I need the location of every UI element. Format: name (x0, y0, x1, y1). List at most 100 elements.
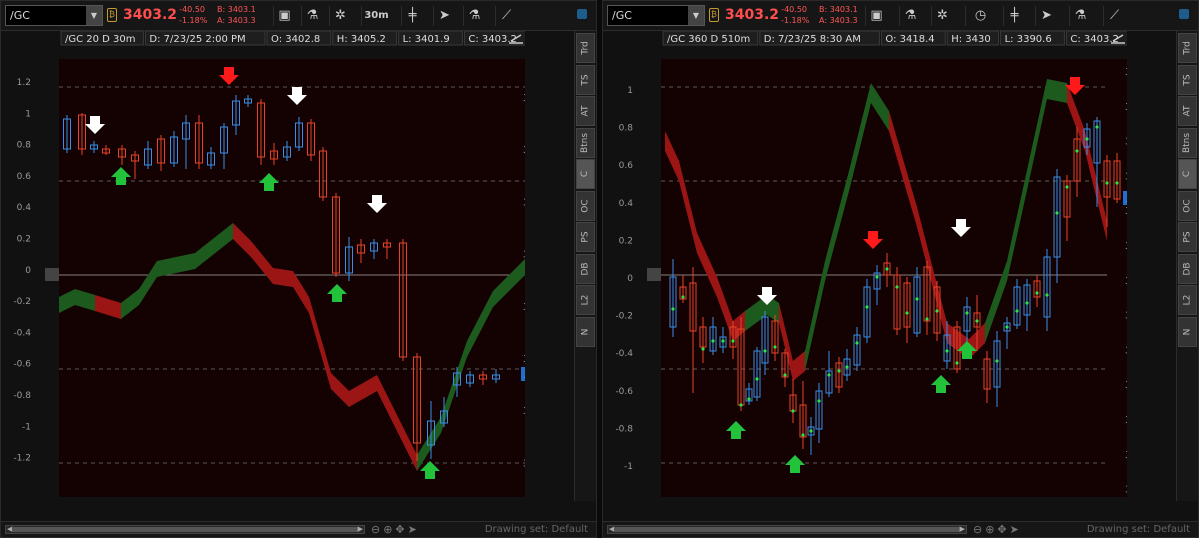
side-tab-at[interactable]: AT (1178, 96, 1197, 126)
drawing-set[interactable]: Drawing set: Default (1087, 524, 1190, 535)
bottom-bar: ◀ ▶ ⊖⊕✥➤ Drawing set: Default (603, 521, 1198, 537)
clock-icon[interactable]: ◷ (965, 6, 995, 26)
price-tick-label: 3383 (1125, 241, 1127, 252)
candle-style-icon[interactable]: ╪ (401, 6, 423, 26)
info-label: /GC 20 D 30m (65, 34, 136, 45)
signal-dot (817, 399, 821, 403)
bid-ask: B: 3403.1 A: 3403.3 (819, 4, 858, 26)
scroll-right-icon[interactable]: ▶ (960, 526, 965, 533)
side-tab-trd[interactable]: Trd (576, 33, 595, 63)
price-tick-label: 3413.5 (1125, 171, 1127, 182)
candle-style-icon[interactable]: ╪ (1003, 6, 1025, 26)
draw-icon[interactable]: ⟋ (495, 6, 517, 26)
side-tab-ps[interactable]: PS (576, 222, 595, 252)
side-tab-btns[interactable]: Btns (576, 127, 595, 158)
signal-dot (955, 361, 959, 365)
side-tab-at[interactable]: AT (576, 96, 595, 126)
side-tab-l2[interactable]: L2 (1178, 285, 1197, 315)
studies-icon[interactable]: ▣ (865, 6, 887, 26)
signal-dot (975, 319, 979, 323)
side-tab-n[interactable]: N (1178, 316, 1197, 347)
timeframe-button[interactable]: 30m (361, 6, 391, 26)
cursor-icon[interactable]: ➤ (1035, 6, 1057, 26)
gear-icon[interactable]: ✲ (329, 6, 351, 26)
chevron-down-icon[interactable]: ▼ (688, 6, 704, 25)
price-tick-label: 3421.2 (523, 250, 525, 261)
osc-tick-label: 0 (627, 274, 633, 284)
side-tab-db[interactable]: DB (1178, 253, 1197, 284)
signal-dot (1045, 293, 1049, 297)
price-tick-label: 3413.5 (523, 302, 525, 313)
price-chart[interactable]: /GC 360 D 510m D: 7/23/25 8:30 AM O: 3418.… (607, 31, 1127, 501)
side-tab-n[interactable]: N (576, 316, 595, 347)
studies-icon[interactable]: ▣ (273, 6, 295, 26)
side-tab-l2[interactable]: L2 (576, 285, 595, 315)
side-tab-oc[interactable]: OC (1178, 190, 1197, 221)
signal-dot (739, 403, 743, 407)
zoom-icons[interactable]: ⊖⊕✥➤ (371, 523, 420, 536)
price-chart[interactable]: /GC 20 D 30m D: 7/23/25 2:00 PM O: 3402.8 H… (5, 31, 525, 501)
osc-tick-label: 0.8 (17, 141, 32, 151)
side-tab-btns[interactable]: Btns (1178, 127, 1197, 158)
info-bar: /GC 20 D 30m D: 7/23/25 2:00 PM O: 3402.8 H… (60, 31, 525, 46)
signal-dot (763, 349, 767, 353)
side-tab-ps[interactable]: PS (1178, 222, 1197, 252)
side-tab-c[interactable]: C (576, 159, 595, 189)
osc-tick-label: 1 (25, 109, 31, 119)
signal-dot (1095, 125, 1099, 129)
horizontal-scrollbar[interactable]: ◀ ▶ (607, 525, 967, 534)
flask-icon[interactable]: ⚗ (899, 6, 921, 26)
signal-dot (1055, 211, 1059, 215)
price-tick-label: 3307.7 (1125, 415, 1127, 426)
side-tab-label: N (1182, 328, 1193, 335)
price-tick-label: 3444.4 (1125, 102, 1127, 113)
gear-icon[interactable]: ✲ (931, 6, 953, 26)
side-tab-ts[interactable]: TS (1178, 64, 1197, 95)
chart-panel-left: /GC ▼ ₿ 3403.2 -40.50 -1.18% B: 3403.1 A: 3… (0, 0, 597, 538)
symbol-input[interactable]: /GC ▼ (5, 5, 103, 26)
side-tab-ts[interactable]: TS (576, 64, 595, 95)
change-pct: -1.18% (781, 16, 810, 25)
osc-tick-label: -1 (22, 422, 31, 432)
toolbar: /GC ▼ ₿ 3403.2 -40.50 -1.18% B: 3403.1 A: 3… (1, 1, 596, 31)
side-tab-oc[interactable]: OC (576, 190, 595, 221)
chevron-down-icon[interactable]: ▼ (86, 6, 102, 25)
osc-tick-label: -0.4 (13, 328, 31, 338)
info-low: L: 3390.6 (1005, 34, 1052, 45)
price-tick-label: 3405.9 (523, 354, 525, 365)
price-tick-label: 3322.6 (1125, 380, 1127, 391)
flask-icon[interactable]: ⚗ (301, 6, 323, 26)
flask-icon[interactable]: ⚗ (463, 6, 485, 26)
osc-tick-label: -0.4 (615, 349, 633, 359)
side-tab-trd[interactable]: Trd (1178, 33, 1197, 63)
side-tab-label: AT (580, 105, 591, 117)
pill-icon[interactable] (1179, 9, 1189, 19)
symbol-input[interactable]: /GC ▼ (607, 5, 705, 26)
net-change: -40.50 -1.18% (781, 4, 810, 26)
price-tick-label: 3398.2 (523, 406, 525, 417)
lock-icon[interactable]: ₿ (709, 8, 719, 22)
side-tab-c[interactable]: C (1178, 159, 1197, 189)
side-tabs: Trd TS AT Btns C OC PS DB L2 N (1176, 31, 1198, 501)
draw-icon[interactable]: ⟋ (1103, 6, 1125, 26)
zoom-icons[interactable]: ⊖⊕✥➤ (973, 523, 1022, 536)
flask-icon[interactable]: ⚗ (1069, 6, 1091, 26)
info-high: H: 3405.2 (337, 34, 386, 45)
side-tab-label: TS (1182, 73, 1193, 86)
horizontal-scrollbar[interactable]: ◀ ▶ (5, 525, 365, 534)
side-tab-db[interactable]: DB (576, 253, 595, 284)
price-tick-label: 3390.6 (523, 458, 525, 469)
signal-dot (711, 339, 715, 343)
lock-icon[interactable]: ₿ (107, 8, 117, 22)
signal-dot (945, 349, 949, 353)
osc-tick-label: -0.2 (13, 297, 31, 307)
scroll-right-icon[interactable]: ▶ (358, 526, 363, 533)
scroll-thumb[interactable] (614, 527, 960, 532)
cursor-icon[interactable]: ➤ (433, 6, 455, 26)
pill-icon[interactable] (577, 9, 587, 19)
signal-dot (671, 307, 675, 311)
scroll-thumb[interactable] (12, 527, 358, 532)
current-price-tag-text: 3403.2 (1126, 194, 1127, 205)
drawing-set[interactable]: Drawing set: Default (485, 524, 588, 535)
price-tick-label: 3278.1 (1125, 485, 1127, 496)
